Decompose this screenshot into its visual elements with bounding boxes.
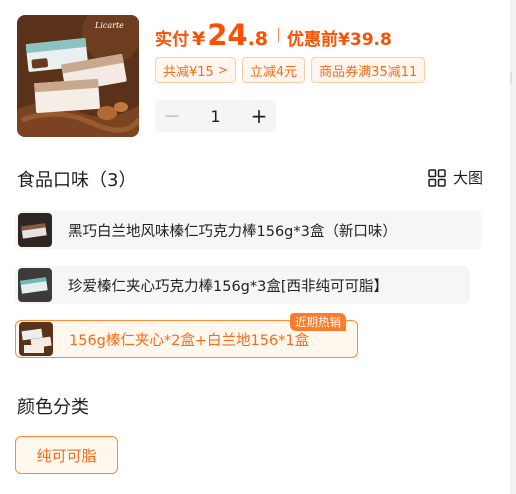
product-thumbnail[interactable]: Licarte [17, 15, 139, 137]
color-option-pure-cocoa[interactable]: 纯可可脂 [15, 436, 118, 474]
chocolate-box-icon [18, 213, 52, 247]
color-section-title: 颜色分类 [17, 397, 89, 418]
hot-sale-badge: 近期热销 [290, 313, 346, 331]
quantity-value[interactable]: 1 [189, 107, 242, 126]
price-integer: 24 [207, 18, 248, 52]
flavor-option-label: 珍爱榛仁夹心巧克力棒156g*3盒[西非纯可可脂】 [68, 278, 389, 295]
original-price-label: 优惠前 [287, 30, 339, 50]
flavor-option-1[interactable]: 黑巧白兰地风味榛仁巧克力棒156g*3盒（新口味） [15, 211, 482, 249]
flavor-option-label: 黑巧白兰地风味榛仁巧克力棒156g*3盒（新口味） [68, 223, 397, 240]
big-view-label: 大图 [453, 169, 484, 187]
price-divider [278, 28, 280, 42]
original-price: ¥39.8 [338, 30, 392, 50]
chevron-right-icon: > [217, 63, 228, 77]
increase-button[interactable]: + [242, 104, 276, 128]
coupon-tag[interactable]: 商品券满35减11 [311, 57, 426, 83]
price-row: 实付 ¥ 24 .8 优惠前 ¥39.8 [155, 18, 392, 52]
flavor-option-2[interactable]: 珍爱榛仁夹心巧克力棒156g*3盒[西非纯可可脂】 [15, 266, 470, 304]
total-discount-tag[interactable]: 共减¥15 > [155, 57, 236, 83]
promo-tags: 共减¥15 > 立减4元 商品券满35减11 [155, 57, 426, 83]
flavor-option-label: 156g榛仁夹心*2盒+白兰地156*1盒 [69, 332, 310, 349]
scrollbar-edge [510, 0, 516, 494]
chocolate-box-icon: Licarte [17, 15, 139, 137]
flavor-thumbnail [18, 213, 52, 247]
color-option-label: 纯可可脂 [36, 446, 97, 465]
scroll-notch [510, 72, 512, 84]
quantity-stepper: － 1 + [155, 100, 276, 132]
chocolate-box-icon [18, 268, 52, 302]
price-decimal: .8 [247, 28, 269, 50]
coupon-label: 商品券满35减11 [319, 64, 418, 80]
actual-price-label: 实付 [155, 30, 189, 50]
svg-text:Licarte: Licarte [94, 21, 124, 30]
decrease-button[interactable]: － [155, 103, 189, 129]
instant-discount-label: 立减4元 [249, 64, 298, 80]
big-view-toggle[interactable]: 大图 [428, 167, 483, 188]
flavor-thumbnail [18, 268, 52, 302]
instant-discount-tag[interactable]: 立减4元 [241, 57, 306, 83]
flavor-thumbnail [19, 322, 53, 356]
chocolate-box-icon [19, 322, 53, 356]
grid-four-icon [428, 168, 446, 187]
flavor-section-title: 食品口味（3） [17, 170, 137, 191]
total-discount-label: 共减¥15 [163, 64, 214, 80]
currency-symbol: ¥ [192, 28, 206, 50]
